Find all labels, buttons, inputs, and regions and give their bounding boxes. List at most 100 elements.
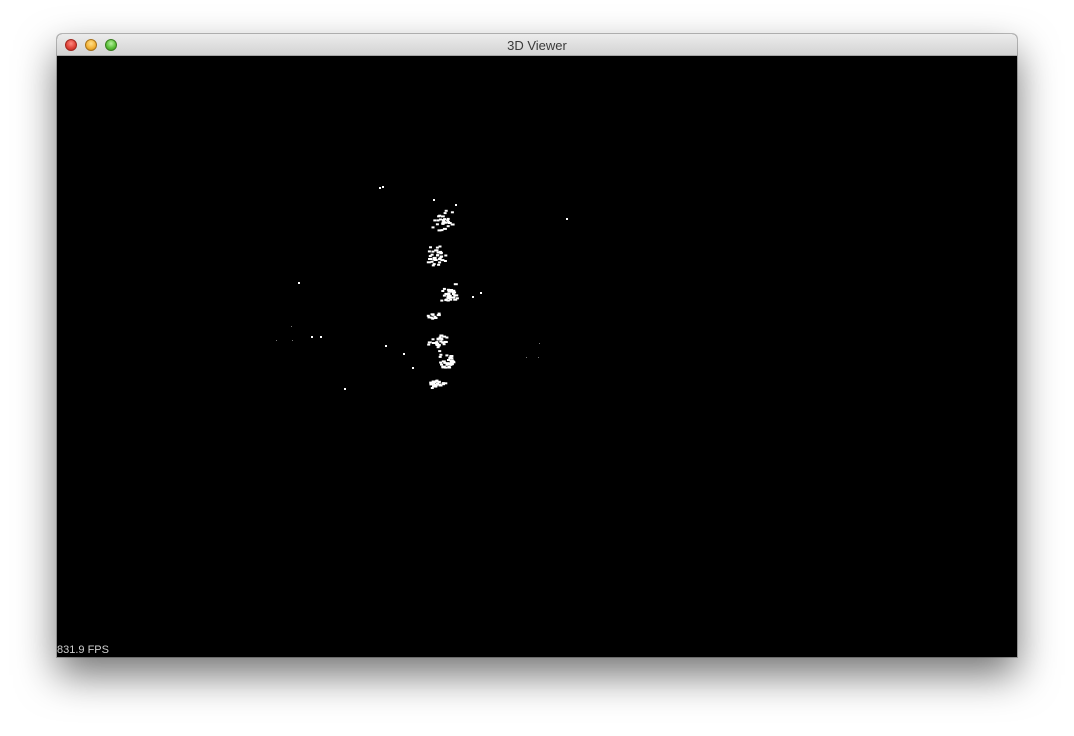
point — [444, 298, 448, 301]
point — [382, 186, 384, 188]
point — [439, 251, 443, 254]
point — [449, 355, 454, 357]
point — [320, 336, 322, 338]
point — [428, 255, 432, 258]
desktop: 3D Viewer 831.9 FPS — [0, 0, 1074, 736]
point — [444, 366, 448, 369]
point — [438, 245, 442, 248]
point — [435, 344, 439, 346]
point — [437, 312, 441, 315]
point — [453, 294, 457, 297]
point — [440, 215, 445, 218]
point — [455, 204, 457, 206]
point — [436, 382, 439, 385]
point — [442, 220, 446, 223]
point — [435, 223, 439, 226]
viewer-window: 3D Viewer 831.9 FPS — [57, 34, 1017, 657]
point — [379, 187, 381, 189]
window-title: 3D Viewer — [507, 38, 567, 53]
point — [436, 251, 440, 254]
point — [448, 357, 452, 360]
point — [441, 365, 445, 368]
point — [444, 293, 449, 295]
point — [448, 296, 453, 299]
point — [450, 290, 454, 293]
point — [438, 350, 442, 353]
point — [298, 282, 300, 284]
point — [432, 382, 435, 385]
point — [442, 343, 446, 346]
point — [443, 218, 447, 221]
point — [434, 380, 438, 383]
point — [439, 340, 443, 343]
point — [445, 354, 449, 357]
point — [436, 219, 440, 222]
3d-viewport[interactable]: 831.9 FPS — [57, 56, 1017, 657]
point — [453, 298, 458, 301]
point — [431, 338, 435, 341]
point — [292, 340, 293, 341]
point — [439, 353, 443, 356]
point — [480, 292, 482, 294]
point — [435, 249, 439, 252]
point — [438, 383, 442, 386]
point — [444, 254, 448, 257]
point — [441, 360, 446, 363]
point — [453, 283, 458, 286]
point — [442, 287, 446, 290]
point — [446, 296, 450, 299]
point — [440, 299, 444, 302]
point — [427, 316, 431, 319]
point — [472, 296, 474, 298]
point — [430, 260, 434, 263]
point — [449, 363, 453, 366]
point — [276, 340, 277, 341]
point — [426, 261, 431, 264]
point — [446, 217, 450, 220]
point — [403, 353, 405, 355]
point — [437, 263, 441, 266]
point — [439, 361, 443, 364]
point — [438, 257, 442, 260]
point — [442, 335, 447, 338]
point — [427, 341, 432, 344]
point — [438, 214, 442, 217]
point — [438, 261, 442, 264]
point — [432, 257, 436, 260]
point — [434, 385, 438, 388]
point — [432, 263, 436, 266]
point — [429, 246, 432, 249]
point — [436, 254, 439, 257]
point — [440, 259, 445, 262]
point-cloud — [276, 186, 568, 390]
point — [435, 341, 439, 344]
point — [412, 367, 414, 369]
point — [440, 338, 444, 341]
point — [433, 199, 435, 201]
point — [441, 341, 445, 344]
point — [447, 220, 451, 223]
point — [291, 326, 292, 327]
point — [441, 222, 445, 225]
point — [452, 296, 456, 299]
point — [385, 345, 387, 347]
point — [427, 250, 431, 253]
point — [447, 366, 451, 368]
point — [427, 343, 431, 346]
point — [446, 225, 450, 228]
point — [428, 258, 432, 260]
point — [539, 343, 540, 344]
point — [449, 298, 453, 301]
point — [344, 388, 346, 390]
point — [444, 209, 448, 212]
point — [538, 357, 539, 358]
point — [450, 211, 454, 214]
fps-counter: 831.9 FPS — [57, 644, 109, 656]
point — [440, 363, 443, 366]
title-bar[interactable]: 3D Viewer — [57, 34, 1017, 56]
point — [436, 337, 441, 340]
point — [447, 359, 450, 361]
point — [431, 226, 435, 229]
point — [444, 382, 448, 385]
point — [311, 336, 313, 338]
